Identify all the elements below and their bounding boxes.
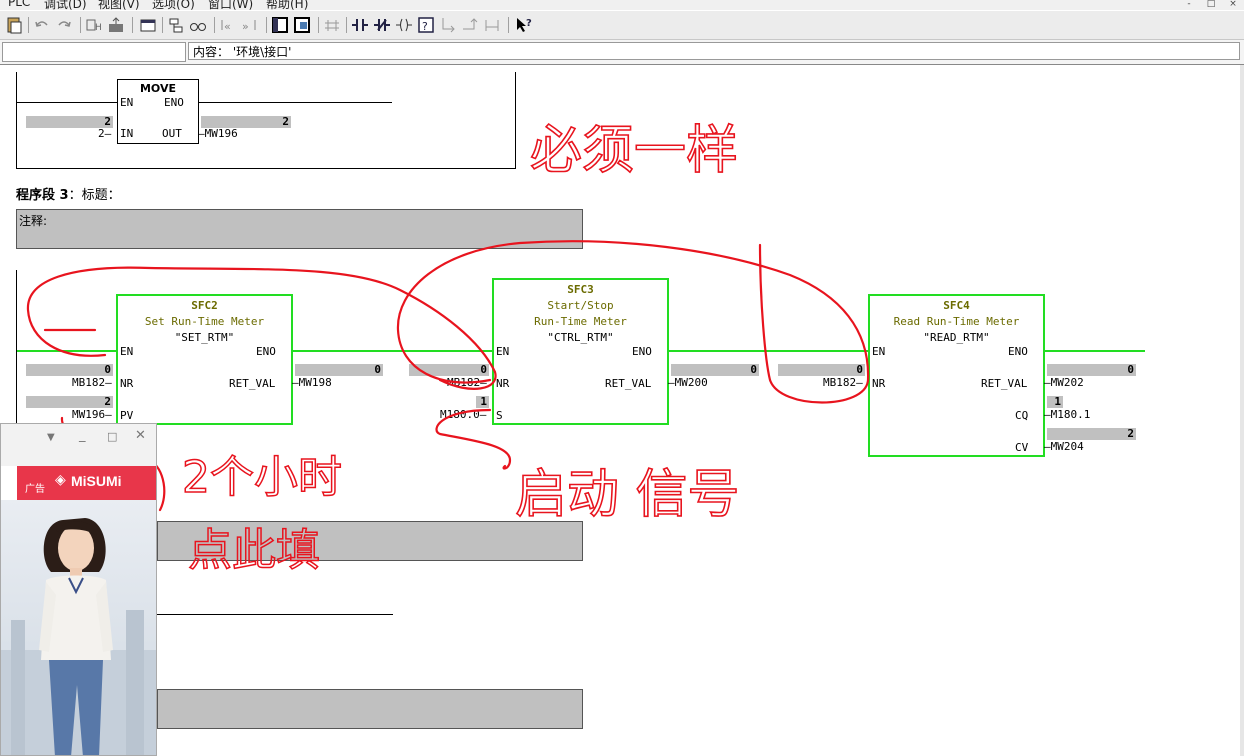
ad-popup[interactable]: ▼ _ □ ✕ 广告 ◈ MiSUMi — [0, 423, 157, 756]
ad-dropdown-icon[interactable]: ▼ — [47, 432, 55, 443]
ad-close-icon[interactable]: ✕ — [135, 428, 146, 443]
note-must-same: 必须一样 — [530, 121, 738, 181]
ad-illustration[interactable] — [1, 500, 156, 755]
ad-minimize-icon[interactable]: _ — [79, 428, 86, 443]
note-two-hours: 2个小时 — [182, 452, 342, 503]
ad-tag: 广告 — [25, 484, 45, 495]
ad-maximize-icon[interactable]: □ — [107, 430, 117, 443]
note-start-signal: 启动 信号 — [515, 465, 740, 525]
handwriting-overlay: 必须一样 2个小时 点此填 启动 信号 — [26, 120, 870, 577]
misumi-logo-icon: ◈ — [55, 472, 66, 488]
arrow-from-s — [435, 408, 512, 470]
ad-brand: MiSUMi — [71, 473, 122, 489]
ad-banner[interactable]: 广告 ◈ MiSUMi — [17, 466, 156, 500]
ad-person-image — [1, 518, 156, 755]
ad-titlebar: ▼ _ □ ✕ — [1, 424, 156, 466]
loop-sfc2-nr — [26, 266, 497, 390]
note-click-fill: 点此填 — [188, 525, 320, 576]
loop-sfc3-nr — [396, 240, 870, 404]
